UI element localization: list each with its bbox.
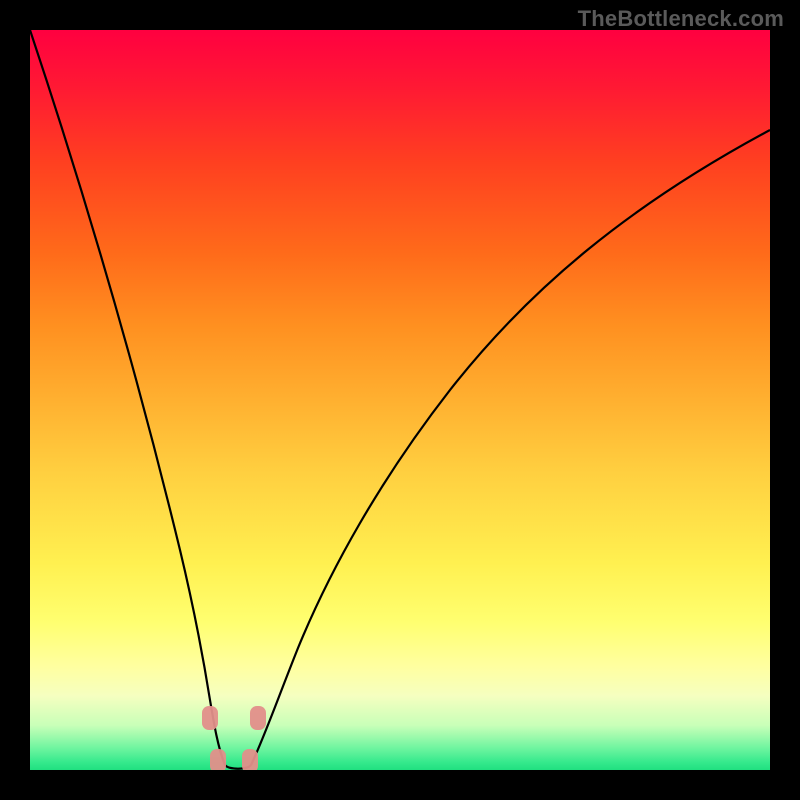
gradient-plot-area — [30, 30, 770, 770]
watermark-text: TheBottleneck.com — [578, 6, 784, 32]
